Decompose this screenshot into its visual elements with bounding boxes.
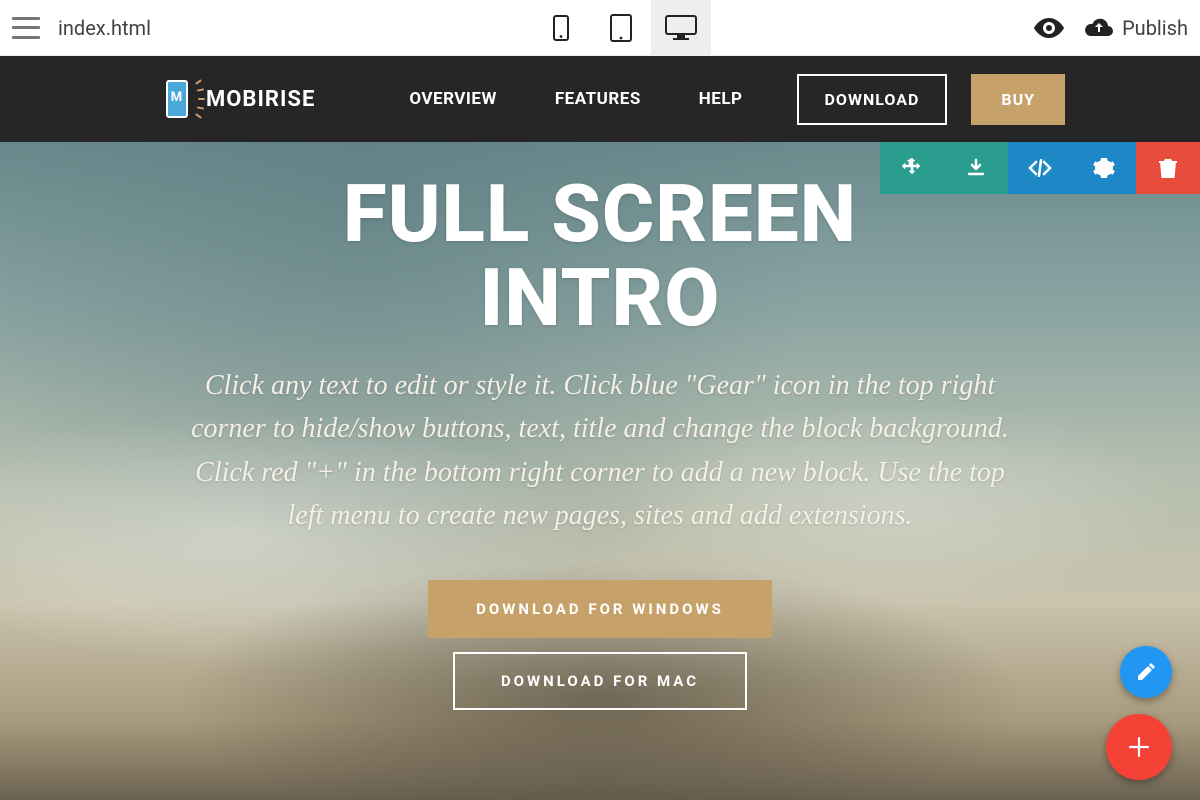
publish-button[interactable]: Publish — [1084, 16, 1188, 40]
nav-features[interactable]: FEATURES — [531, 89, 665, 109]
filename-label[interactable]: index.html — [58, 16, 151, 40]
eye-icon — [1034, 18, 1064, 38]
nav-help[interactable]: HELP — [675, 89, 767, 109]
hero-title-line-1: FULL SCREEN — [343, 167, 857, 261]
hero-block: FULL SCREEN INTRO Click any text to edit… — [0, 142, 1200, 800]
device-tablet-button[interactable] — [591, 0, 651, 56]
device-desktop-button[interactable] — [651, 0, 711, 56]
phone-icon — [553, 15, 569, 41]
nav-overview[interactable]: OVERVIEW — [385, 89, 520, 109]
device-phone-button[interactable] — [531, 0, 591, 56]
publish-label: Publish — [1122, 16, 1188, 40]
cta-windows-button[interactable]: DOWNLOAD FOR WINDOWS — [428, 580, 772, 638]
brand-label: MOBIRISE — [206, 87, 315, 112]
fab-edit-button[interactable] — [1120, 646, 1172, 698]
nav-buy-button[interactable]: BUY — [971, 74, 1065, 125]
hero-content: FULL SCREEN INTRO Click any text to edit… — [0, 142, 1200, 710]
cta-mac-button[interactable]: DOWNLOAD FOR MAC — [453, 652, 747, 710]
menu-icon[interactable] — [12, 17, 40, 39]
app-bar: index.html Publish — [0, 0, 1200, 56]
preview-button[interactable] — [1034, 18, 1064, 38]
fab-add-button[interactable] — [1106, 714, 1172, 780]
desktop-icon — [665, 15, 697, 41]
cloud-upload-icon — [1084, 17, 1114, 39]
brand[interactable]: MOBIRISE — [160, 77, 315, 121]
tablet-icon — [610, 14, 632, 42]
app-bar-right: Publish — [1034, 16, 1188, 40]
device-switcher — [531, 0, 711, 56]
nav-download-button[interactable]: DOWNLOAD — [797, 74, 948, 125]
plus-icon — [1126, 734, 1152, 760]
hero-title-line-2: INTRO — [480, 251, 721, 345]
hero-title[interactable]: FULL SCREEN INTRO — [0, 172, 1200, 340]
hero-subtitle[interactable]: Click any text to edit or style it. Clic… — [185, 364, 1015, 538]
pencil-icon — [1136, 662, 1156, 682]
cta-group: DOWNLOAD FOR WINDOWS DOWNLOAD FOR MAC — [0, 580, 1200, 710]
brand-logo-icon — [160, 77, 194, 121]
site-nav: MOBIRISE OVERVIEW FEATURES HELP DOWNLOAD… — [0, 56, 1200, 142]
